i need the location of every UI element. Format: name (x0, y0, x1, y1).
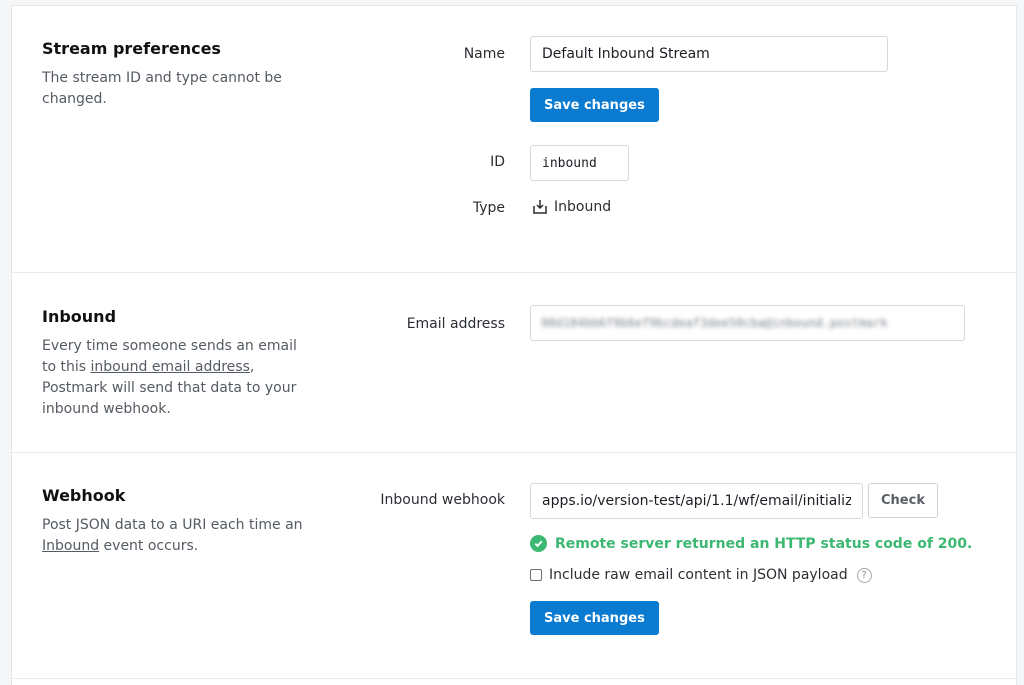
inbound-event-link[interactable]: Inbound (42, 538, 99, 554)
webhook-status-text: Remote server returned an HTTP status co… (555, 535, 973, 552)
inbound-email-address-link[interactable]: inbound email address (91, 359, 250, 375)
settings-panel: Stream preferences The stream ID and typ… (11, 5, 1017, 685)
inbound-email-value: 90d184bb6f9b6ef9bcdeaf3dee50cba@inbound.… (541, 316, 888, 330)
webhook-section: Webhook Post JSON data to a URI each tim… (12, 453, 1016, 679)
webhook-title: Webhook (42, 486, 126, 505)
inbound-webhook-label: Inbound webhook (380, 492, 505, 508)
success-check-icon (530, 535, 547, 552)
webhook-description: Post JSON data to a URI each time an Inb… (42, 515, 310, 557)
stream-preferences-section: Stream preferences The stream ID and typ… (12, 6, 1016, 273)
stream-preferences-description: The stream ID and type cannot be changed… (42, 70, 282, 107)
inbound-email-field[interactable]: 90d184bb6f9b6ef9bcdeaf3dee50cba@inbound.… (530, 305, 965, 341)
webhook-desc-text: Post JSON data to a URI each time an (42, 517, 303, 533)
stream-name-input[interactable] (530, 36, 888, 72)
stream-type-text: Inbound (554, 199, 612, 215)
check-webhook-button[interactable]: Check (868, 483, 938, 518)
email-address-label: Email address (406, 316, 505, 332)
inbound-description: Every time someone sends an email to thi… (42, 336, 310, 420)
webhook-desc-text-end: event occurs. (99, 538, 199, 554)
raw-email-option: Include raw email content in JSON payloa… (530, 567, 872, 583)
inbound-tray-icon (532, 199, 548, 215)
stream-type-value: Inbound (532, 199, 611, 215)
id-label: ID (490, 154, 505, 170)
webhook-status: Remote server returned an HTTP status co… (530, 535, 972, 552)
stream-preferences-title: Stream preferences (42, 39, 221, 58)
inbound-section: Inbound Every time someone sends an emai… (12, 273, 1016, 453)
save-stream-button[interactable]: Save changes (530, 88, 659, 122)
raw-email-checkbox-label[interactable]: Include raw email content in JSON payloa… (549, 567, 848, 583)
raw-email-checkbox[interactable] (530, 569, 542, 581)
inbound-webhook-input[interactable] (530, 483, 863, 519)
type-label: Type (472, 200, 505, 216)
stream-id-field (530, 145, 629, 181)
name-label: Name (463, 46, 505, 62)
help-icon[interactable]: ? (856, 567, 872, 583)
inbound-title: Inbound (42, 307, 117, 326)
save-webhook-button[interactable]: Save changes (530, 601, 659, 635)
